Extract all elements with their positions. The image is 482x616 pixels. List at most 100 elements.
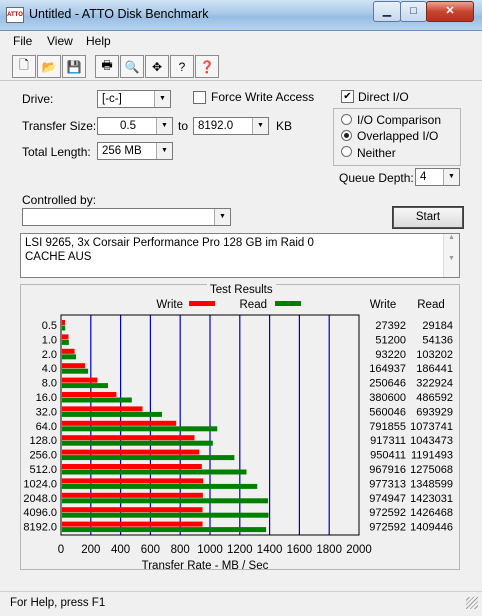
read-value-label: 1275068 xyxy=(410,464,453,476)
resize-grip-icon[interactable] xyxy=(466,597,478,609)
y-category-label: 2.0 xyxy=(42,349,57,361)
help-icon[interactable]: ? xyxy=(170,55,194,78)
menu-view[interactable]: View xyxy=(47,34,73,48)
to-label: to xyxy=(178,119,189,133)
close-button[interactable]: ✕ xyxy=(426,1,474,22)
read-value-label: 693929 xyxy=(416,406,453,418)
write-value-label: 917311 xyxy=(370,435,406,447)
bar-read xyxy=(62,368,89,374)
print-preview-icon[interactable]: 🔍 xyxy=(120,55,144,78)
transfer-size-to-select[interactable]: 8192.0 ▼ xyxy=(193,117,269,135)
minimize-button[interactable]: ▁ xyxy=(373,1,401,22)
new-document-icon[interactable]: 🗋 xyxy=(12,55,36,78)
write-value-label: 93220 xyxy=(375,349,406,361)
bar-read xyxy=(62,527,267,533)
x-tick-label: 2000 xyxy=(346,544,372,556)
test-results-group: Test Results Write Read Write Read 0 200 4… xyxy=(20,284,460,571)
description-textarea[interactable]: LSI 9265, 3x Corsair Performance Pro 128… xyxy=(20,233,460,278)
description-scrollbar[interactable]: ▲ ▼ xyxy=(443,234,459,277)
maximize-icon: □ xyxy=(410,5,417,17)
write-value-label: 27392 xyxy=(375,320,406,332)
y-category-label: 256.0 xyxy=(29,450,57,462)
overlapped-io-radio[interactable] xyxy=(341,130,352,141)
bar-write xyxy=(62,363,85,369)
save-icon[interactable]: 💾 xyxy=(62,55,86,78)
window-title: Untitled - ATTO Disk Benchmark xyxy=(29,7,209,21)
move-icon[interactable]: ✥ xyxy=(145,55,169,78)
read-value-label: 1426468 xyxy=(410,507,453,519)
read-value-label: 54136 xyxy=(422,334,453,346)
x-tick-label: 1000 xyxy=(197,544,223,556)
toolbar-divider xyxy=(0,80,482,81)
bar-write xyxy=(62,507,203,513)
y-category-label: 8.0 xyxy=(42,378,57,390)
write-value-label: 977313 xyxy=(369,478,406,490)
toolbar: 🗋 📂 💾 🖶 🔍 ✥ ? ❓ xyxy=(12,55,220,78)
print-icon[interactable]: 🖶 xyxy=(95,55,119,78)
bar-write xyxy=(62,478,204,484)
status-bar: For Help, press F1 xyxy=(0,591,482,616)
direct-io-checkbox[interactable]: ✔ xyxy=(341,90,354,103)
legend-write-swatch xyxy=(189,301,215,306)
x-axis-label: Transfer Rate - MB / Sec xyxy=(142,560,269,571)
y-category-label: 16.0 xyxy=(36,392,57,404)
total-length-select[interactable]: 256 MB ▼ xyxy=(97,142,173,160)
menu-help[interactable]: Help xyxy=(86,34,111,48)
x-tick-label: 1200 xyxy=(227,544,253,556)
chevron-down-icon: ▼ xyxy=(214,209,230,225)
y-category-label: 0.5 xyxy=(42,320,57,332)
read-value-label: 1043473 xyxy=(410,435,453,447)
controlled-by-select[interactable]: ▼ xyxy=(22,208,231,226)
bar-read xyxy=(62,339,69,345)
bar-read xyxy=(62,455,235,461)
atto-app-icon: ATTO xyxy=(6,7,24,23)
read-value-label: 1073741 xyxy=(410,421,453,433)
title-bar[interactable]: ATTO Untitled - ATTO Disk Benchmark ▁ □ … xyxy=(0,0,482,31)
direct-io-label: Direct I/O xyxy=(358,90,409,104)
bar-write xyxy=(62,377,98,383)
checkmark-icon: ✔ xyxy=(343,91,352,102)
queue-depth-select[interactable]: 4 ▼ xyxy=(415,168,460,186)
write-value-label: 164937 xyxy=(369,363,406,375)
chevron-down-icon: ▼ xyxy=(156,118,172,134)
description-line-2: CACHE AUS xyxy=(25,251,92,263)
queue-depth-value: 4 xyxy=(420,171,427,183)
column-read-header: Read xyxy=(417,299,445,311)
total-length-label: Total Length: xyxy=(22,145,91,159)
io-comparison-radio[interactable] xyxy=(341,114,352,125)
bar-write xyxy=(62,406,143,412)
y-category-label: 128.0 xyxy=(29,435,57,447)
y-category-label: 8192.0 xyxy=(23,522,57,534)
chevron-down-icon: ▼ xyxy=(156,143,172,159)
transfer-size-from-select[interactable]: 0.5 ▼ xyxy=(97,117,173,135)
x-tick-label: 1400 xyxy=(257,544,283,556)
write-value-label: 972592 xyxy=(369,522,406,534)
force-write-checkbox[interactable] xyxy=(193,91,206,104)
menu-file[interactable]: File xyxy=(13,34,32,48)
controlled-by-label: Controlled by: xyxy=(22,193,97,207)
context-help-icon[interactable]: ❓ xyxy=(195,55,219,78)
maximize-button[interactable]: □ xyxy=(400,1,427,22)
bar-write xyxy=(62,464,202,469)
bar-read xyxy=(62,426,218,432)
y-category-label: 2048.0 xyxy=(23,493,57,505)
x-tick-label: 1600 xyxy=(287,544,313,556)
minimize-icon: ▁ xyxy=(382,5,392,17)
write-value-label: 972592 xyxy=(369,507,406,519)
open-folder-icon[interactable]: 📂 xyxy=(37,55,61,78)
read-value-label: 29184 xyxy=(422,320,453,332)
bar-write xyxy=(62,435,195,441)
y-category-label: 1.0 xyxy=(42,334,57,346)
bar-write xyxy=(62,392,117,397)
chevron-down-icon: ▼ xyxy=(443,169,459,185)
neither-label: Neither xyxy=(357,146,396,160)
y-category-label: 4.0 xyxy=(42,363,57,375)
write-value-label: 950411 xyxy=(370,450,406,462)
neither-radio[interactable] xyxy=(341,146,352,157)
drive-select[interactable]: [-c-] ▼ xyxy=(97,90,171,108)
bar-write xyxy=(62,348,75,354)
start-button[interactable]: Start xyxy=(392,206,464,229)
bar-read xyxy=(62,383,108,389)
bar-read xyxy=(62,498,269,504)
write-value-label: 967916 xyxy=(369,464,406,476)
